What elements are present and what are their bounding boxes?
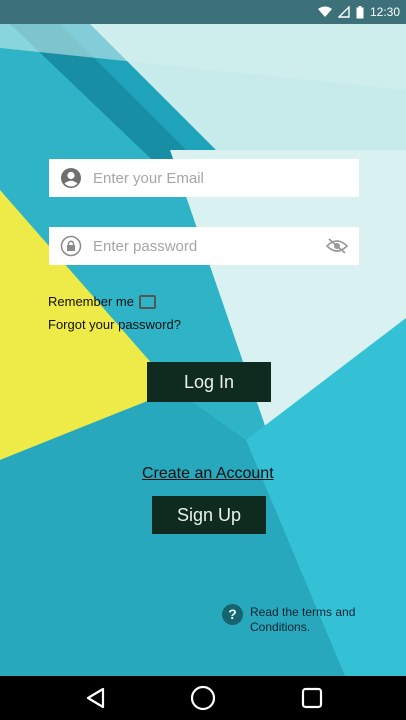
signal-icon <box>337 6 350 18</box>
create-account-link[interactable]: Create an Account <box>142 465 274 483</box>
lock-icon <box>49 227 93 265</box>
signup-button[interactable]: Sign Up <box>152 496 266 534</box>
visibility-off-icon[interactable] <box>315 227 359 265</box>
terms-line-2: Conditions. <box>250 620 311 634</box>
email-field[interactable] <box>49 159 359 197</box>
navigation-bar <box>0 676 406 720</box>
terms-text: Read the terms and Conditions. <box>250 605 355 635</box>
email-input[interactable] <box>93 160 359 196</box>
battery-icon <box>356 5 364 18</box>
terms-line-1: Read the terms and <box>250 605 356 619</box>
login-button[interactable]: Log In <box>147 362 271 402</box>
forgot-password-link[interactable]: Forgot your password? <box>48 317 181 332</box>
remember-me-row[interactable]: Remember me <box>48 294 156 309</box>
help-icon: ? <box>222 604 243 625</box>
remember-me-checkbox[interactable] <box>138 294 156 309</box>
login-screen: 12:30 Remember me Forgot your password? … <box>0 0 406 720</box>
remember-me-label: Remember me <box>48 294 134 309</box>
status-time: 12:30 <box>369 5 400 19</box>
home-icon[interactable] <box>189 684 217 712</box>
back-icon[interactable] <box>82 684 110 712</box>
password-field[interactable] <box>49 227 359 265</box>
account-icon <box>49 159 93 197</box>
password-input[interactable] <box>93 228 315 264</box>
recents-icon[interactable] <box>298 684 326 712</box>
status-bar: 12:30 <box>0 0 406 24</box>
terms-link[interactable]: ? Read the terms and Conditions. <box>222 604 355 635</box>
wifi-icon <box>317 6 332 17</box>
